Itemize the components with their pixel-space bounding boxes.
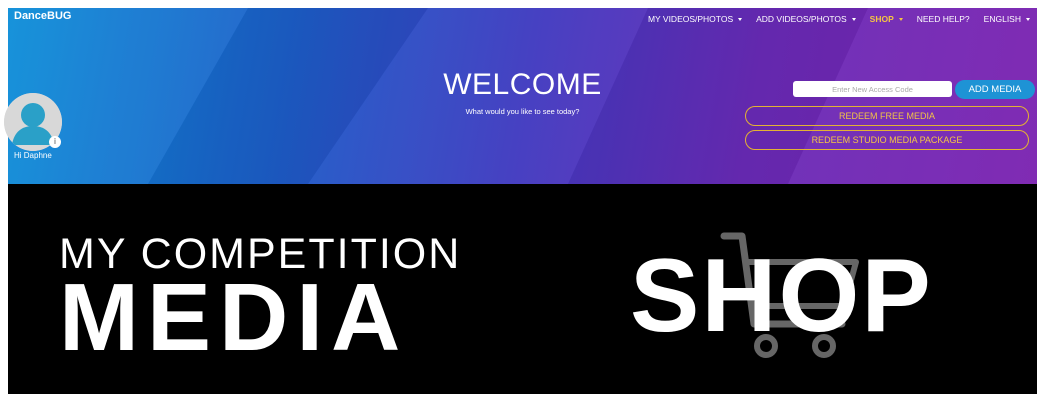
user-greeting: Hi Daphne [14,151,52,160]
caret-down-icon [851,17,856,21]
nav-language[interactable]: ENGLISH [977,14,1037,24]
add-media-button[interactable]: ADD MEDIA [955,80,1035,99]
shop-heading[interactable]: SHOP [630,244,933,348]
nav-shop[interactable]: SHOP [863,14,910,24]
caret-down-icon [898,17,903,21]
redeem-free-media-button[interactable]: REDEEM FREE MEDIA [745,106,1029,126]
nav-add-videos-photos-label: ADD VIDEOS/PHOTOS [756,14,847,24]
nav-add-videos-photos[interactable]: ADD VIDEOS/PHOTOS [749,14,863,24]
brand-logo[interactable]: DanceBUG [14,10,71,22]
redeem-studio-package-button[interactable]: REDEEM STUDIO MEDIA PACKAGE [745,130,1029,150]
caret-down-icon [738,17,743,21]
nav-my-videos-photos[interactable]: MY VIDEOS/PHOTOS [641,14,749,24]
nav-need-help[interactable]: NEED HELP? [910,14,977,24]
info-badge-icon[interactable]: i [49,136,61,148]
nav-my-videos-photos-label: MY VIDEOS/PHOTOS [647,14,734,24]
nav-language-label: ENGLISH [983,14,1021,24]
nav-need-help-label: NEED HELP? [916,14,970,24]
top-nav: MY VIDEOS/PHOTOS ADD VIDEOS/PHOTOS SHOP … [641,14,1037,24]
nav-shop-label: SHOP [869,14,894,24]
access-code-input[interactable] [793,81,952,97]
competition-media-heading-line2[interactable]: MEDIA [59,270,408,366]
caret-down-icon [1026,17,1030,21]
